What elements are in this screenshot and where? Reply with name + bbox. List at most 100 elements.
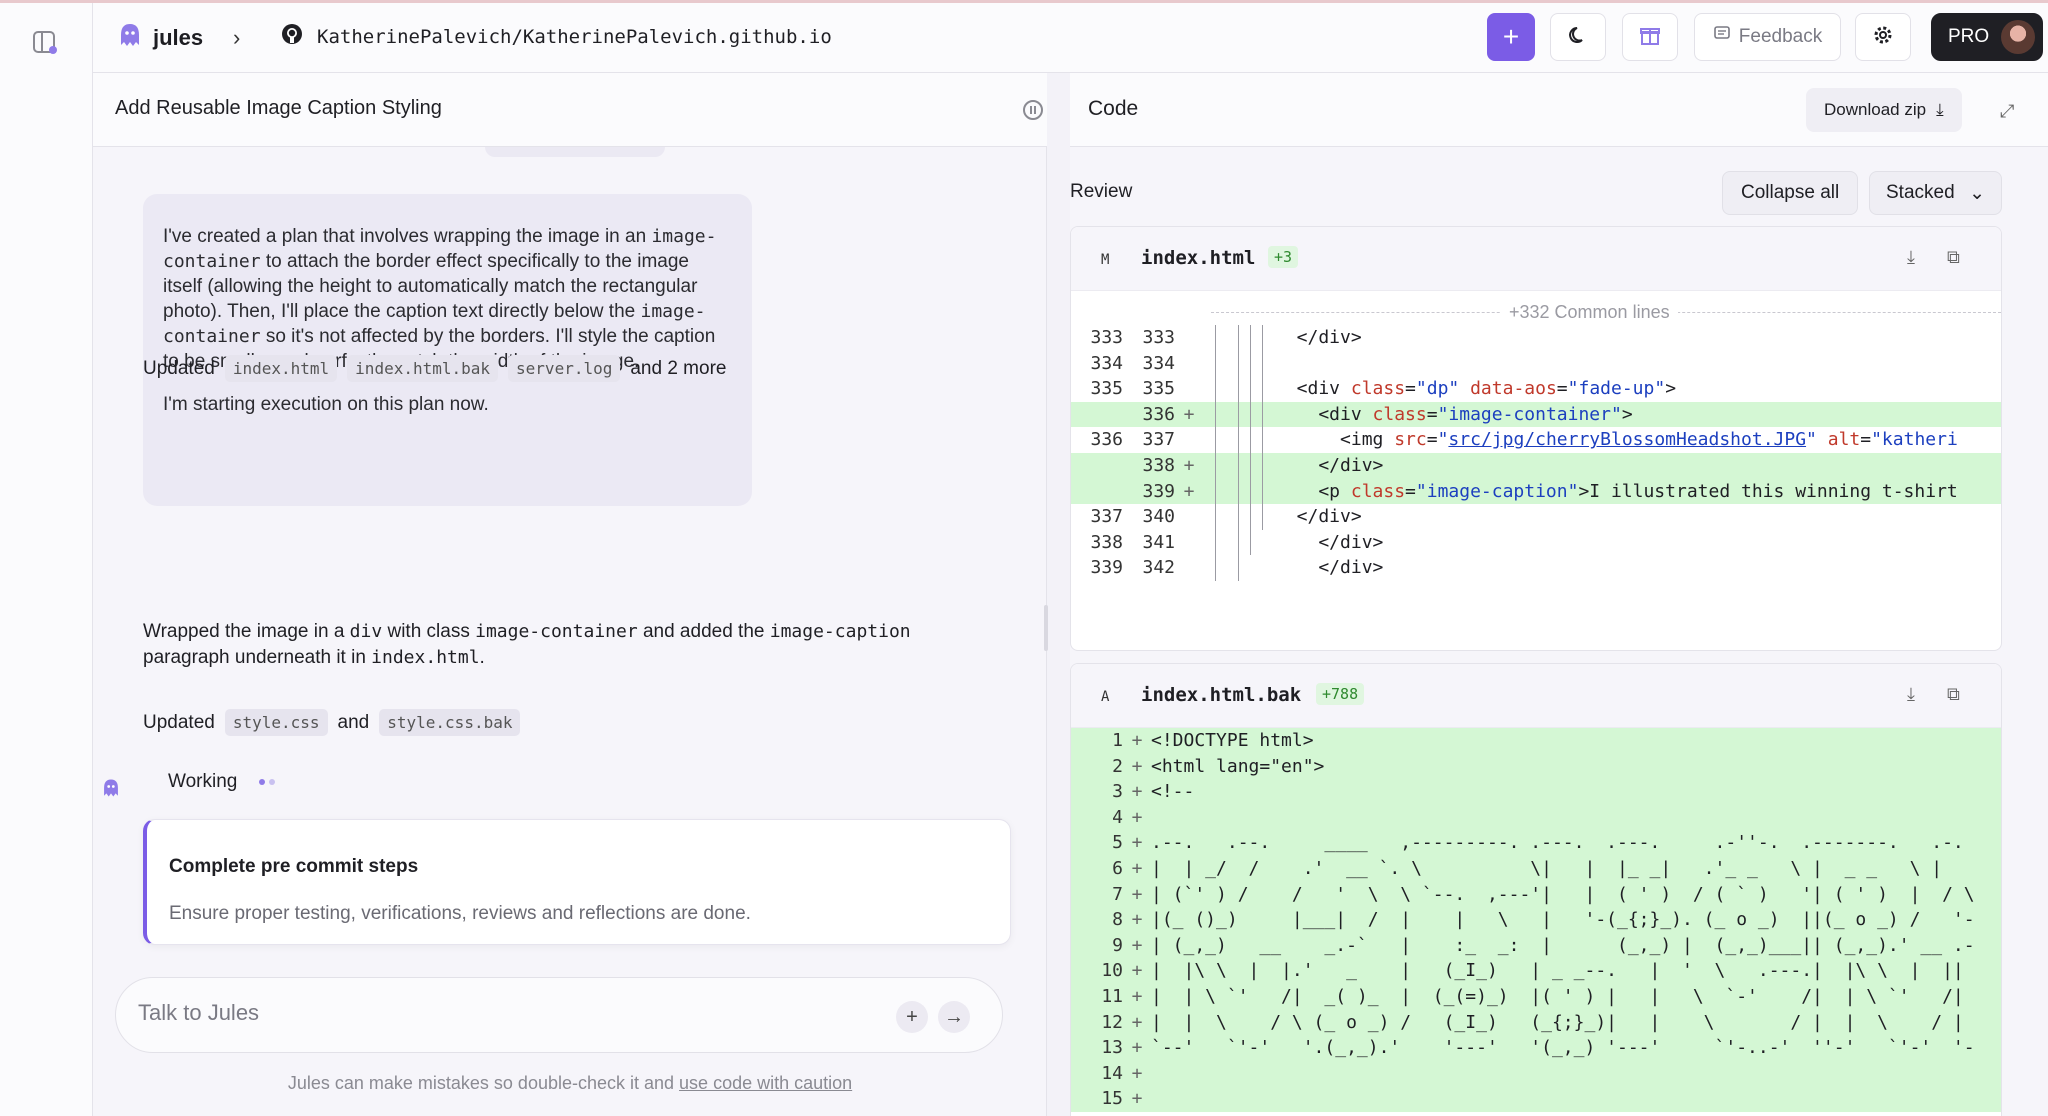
additions-badge: +788: [1316, 683, 1365, 705]
plus-icon: +: [906, 1005, 918, 1028]
jules-logo-icon: [117, 21, 143, 54]
download-icon: ⤓: [1936, 100, 1944, 119]
caution-link[interactable]: use code with caution: [679, 1073, 852, 1093]
step-description: Ensure proper testing, verifications, re…: [169, 903, 751, 924]
repo-name: KatherinePalevich/KatherinePalevich.gith…: [317, 25, 832, 48]
file-chip[interactable]: index.html: [224, 355, 338, 382]
code-line-added: 14 +: [1071, 1060, 2001, 1087]
chat-input[interactable]: [138, 1000, 838, 1026]
file-chip[interactable]: style.css: [224, 709, 328, 736]
step-title: Complete pre commit steps: [169, 856, 419, 877]
code-header: Code Download zip ⤓ ⤢: [1070, 73, 2048, 147]
toggle-sidebar-icon[interactable]: [32, 29, 58, 55]
agent-plan-message: I've created a plan that involves wrappi…: [143, 194, 752, 506]
new-task-button[interactable]: +: [1487, 13, 1535, 61]
theme-toggle-button[interactable]: [1550, 13, 1606, 61]
updated-label: Updated: [143, 357, 215, 379]
code-line: 337 340 </div>: [1071, 504, 2001, 530]
download-zip-button[interactable]: Download zip ⤓: [1806, 88, 1962, 132]
copy-icon[interactable]: ⧉: [1947, 247, 1967, 267]
diff-file-header[interactable]: M index.html +3 ⤓ ⧉: [1071, 227, 2001, 291]
code-line: 333 333 </div>: [1071, 325, 2001, 351]
github-icon: [281, 23, 303, 50]
msg-text: with class: [382, 621, 476, 642]
diff-file-card: A index.html.bak +788 ⤓ ⧉ 1 + <!DOCTYPE ht…: [1070, 663, 2002, 1116]
disclaimer: Jules can make mistakes so double-check …: [93, 1073, 1047, 1094]
feedback-button[interactable]: Feedback: [1694, 13, 1841, 61]
download-icon[interactable]: ⤓: [1907, 684, 1927, 704]
inline-code: image-caption: [769, 621, 911, 642]
updated-files-row: Updated index.html index.html.bak server…: [143, 355, 726, 382]
diff-lines: 1 + <!DOCTYPE html> 2 + <html lang="en"> 3 + <…: [1071, 728, 2001, 1112]
view-mode-select[interactable]: Stacked ⌄: [1869, 171, 2002, 215]
top-bar: jules › KatherinePalevich/KatherinePalev…: [93, 3, 2048, 73]
gift-button[interactable]: [1622, 13, 1678, 61]
download-zip-label: Download zip: [1824, 100, 1927, 119]
inline-code: index.html: [371, 647, 480, 668]
avatar: [2001, 20, 2036, 54]
common-lines-divider[interactable]: +332 Common lines: [1071, 299, 2001, 325]
pause-icon[interactable]: [1023, 100, 1043, 120]
and-label: and: [337, 711, 370, 733]
diff-file-header[interactable]: A index.html.bak +788 ⤓ ⧉: [1071, 664, 2001, 728]
plan-status: I'm starting execution on this plan now.: [163, 394, 489, 415]
code-line: 335 335 <div class="dp" data-aos="fade-up…: [1071, 376, 2001, 402]
panel-resize-handle[interactable]: [1044, 605, 1048, 651]
repo-breadcrumb[interactable]: KatherinePalevich/KatherinePalevich.gith…: [281, 23, 832, 50]
account-button[interactable]: PRO: [1931, 13, 2043, 61]
previous-message-stub: [485, 147, 665, 157]
chevron-down-icon: ⌄: [1969, 182, 1985, 204]
code-line-added: 6 + | | _/ / .' __ `. \ \| | |_ _| .'_ _ \…: [1071, 855, 2001, 882]
updated-files-row: Updated style.css and style.css.bak: [143, 709, 521, 736]
expand-icon[interactable]: ⤢: [2000, 101, 2014, 122]
code-title: Code: [1088, 97, 1139, 120]
file-chip[interactable]: server.log: [508, 355, 621, 382]
task-header: Add Reusable Image Caption Styling: [93, 73, 1047, 147]
code-line-added: 5 + .--. .--. ____ ,---------. .---. .---.…: [1071, 830, 2001, 856]
loading-dots-icon: [259, 779, 276, 785]
code-line-added: 338 + </div>: [1071, 452, 2001, 479]
gear-icon: [1872, 24, 1894, 51]
code-line-added: 12 + | | \ / \ (_ o _) / (_I_) (_{;}_)| | …: [1071, 1009, 2001, 1036]
settings-button[interactable]: [1855, 13, 1911, 61]
plan-text: I've created a plan that involves wrappi…: [163, 226, 652, 247]
msg-text: .: [479, 647, 485, 668]
added-marker: A: [1101, 689, 1110, 705]
diff-file-card: M index.html +3 ⤓ ⧉ +332 Common lines 33…: [1070, 226, 2002, 651]
code-line-added: 10 + | |\ \ | |.' _ | (_I_) | _ _--. | ' \…: [1071, 958, 2001, 984]
copy-icon[interactable]: ⧉: [1947, 684, 1967, 704]
code-line-added: 2 + <html lang="en">: [1071, 753, 2001, 780]
common-lines-label: +332 Common lines: [1501, 299, 1678, 325]
code-line-added: 9 + | (_,_) __ _.-` | :_ _: | (_,_) | (_,_…: [1071, 932, 2001, 959]
code-line: 338 341 </div>: [1071, 529, 2001, 556]
file-name: index.html.bak: [1141, 684, 1302, 706]
more-files-link[interactable]: and 2 more: [630, 358, 726, 380]
chat-panel: Add Reusable Image Caption Styling I've …: [93, 73, 1048, 1116]
inline-code: image-container: [475, 621, 638, 642]
file-name: index.html: [1141, 247, 1256, 269]
inline-code: div: [349, 621, 383, 642]
pro-label: PRO: [1948, 26, 1990, 47]
left-rail: [0, 3, 93, 1116]
file-chip[interactable]: style.css.bak: [379, 709, 521, 736]
disclaimer-text: Jules can make mistakes so double-check …: [287, 1073, 680, 1093]
file-chip[interactable]: index.html.bak: [347, 355, 499, 382]
plan-step-card[interactable]: Complete pre commit steps Ensure proper …: [143, 819, 1011, 945]
chevron-right-icon: ›: [233, 25, 241, 50]
code-line-added: 336 + <div class="image-container">: [1071, 401, 2001, 428]
updated-label: Updated: [143, 711, 215, 733]
brand[interactable]: jules: [117, 21, 203, 54]
add-attachment-button[interactable]: +: [896, 1001, 928, 1033]
msg-text: Wrapped the image in a: [143, 621, 350, 642]
send-button[interactable]: →: [938, 1001, 970, 1033]
code-panel: Code Download zip ⤓ ⤢ Review Collapse al…: [1070, 73, 2048, 1116]
collapse-all-button[interactable]: Collapse all: [1722, 171, 1859, 215]
code-line-added: 4 +: [1071, 804, 2001, 831]
msg-text: paragraph underneath it in: [143, 647, 372, 668]
download-icon[interactable]: ⤓: [1907, 247, 1927, 267]
feedback-label: Feedback: [1738, 26, 1823, 47]
code-line-added: 1 + <!DOCTYPE html>: [1071, 728, 2001, 754]
arrow-right-icon: →: [944, 1005, 964, 1028]
code-line: 339 342 </div>: [1071, 555, 2001, 581]
msg-text: and added the: [637, 621, 770, 642]
